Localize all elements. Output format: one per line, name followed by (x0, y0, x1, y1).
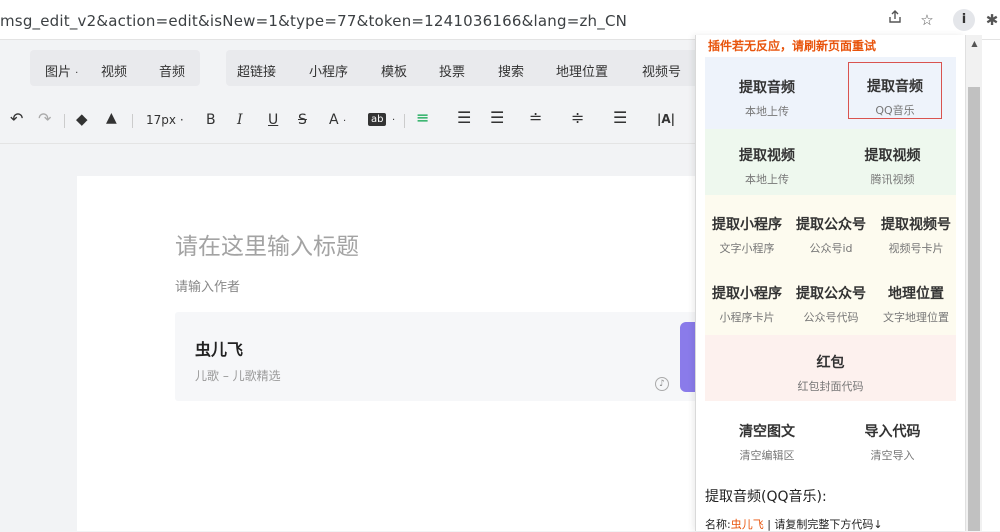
line-height-icon[interactable]: ≐ (529, 108, 542, 127)
format-painter-icon[interactable]: ▲ (106, 110, 117, 126)
star-icon[interactable]: ☆ (916, 9, 938, 31)
format-toolbar: ↶ ↷ ◆ ▲ 17px · B I U S A · ab · ≡ ☰ ☰ ≐ … (0, 96, 700, 144)
insert-link-button[interactable]: 超链接 (237, 61, 276, 80)
title-input[interactable]: 请在这里输入标题 (175, 227, 359, 261)
page-edge (982, 40, 1000, 531)
clear-article-button[interactable]: 清空图文 清空编辑区 (705, 421, 829, 463)
extract-video-local-button[interactable]: 提取视频 本地上传 (705, 145, 829, 187)
align-left-icon[interactable]: ≡ (416, 108, 429, 127)
redo-icon[interactable]: ↷ (38, 109, 51, 128)
insert-miniprogram-button[interactable]: 小程序 (309, 61, 348, 80)
music-note-icon: ♪ (655, 377, 669, 391)
extract-channels-card-button[interactable]: 提取视频号 视频号卡片 (873, 214, 959, 256)
dropdown-arrow-icon[interactable]: · (392, 115, 395, 126)
bold-button[interactable]: B (206, 112, 216, 128)
panel-scrollbar[interactable]: ▲ (965, 35, 982, 531)
undo-icon[interactable]: ↶ (10, 109, 23, 128)
insert-vote-button[interactable]: 投票 (439, 61, 465, 80)
scroll-up-arrow-icon[interactable]: ▲ (966, 37, 983, 51)
toolbar-divider (132, 114, 133, 128)
insert-image-button[interactable]: 图片 · (45, 61, 78, 80)
toolbar-divider (404, 114, 405, 128)
url-field[interactable]: msg_edit_v2&action=edit&isNew=1&type=77&… (0, 12, 627, 30)
extract-video-tencent-button[interactable]: 提取视频 腾讯视频 (829, 145, 956, 187)
music-card[interactable]: 虫儿飞 儿歌 – 儿歌精选 ♪ (175, 312, 700, 401)
redpack-cover-button[interactable]: 红包 红包封面代码 (705, 352, 956, 394)
extract-audio-local-button[interactable]: 提取音频 本地上传 (705, 77, 829, 119)
insert-video-button[interactable]: 视频 (101, 61, 127, 80)
music-title: 虫儿飞 (195, 340, 244, 359)
browser-address-bar: msg_edit_v2&action=edit&isNew=1&type=77&… (0, 0, 1000, 40)
indent-icon[interactable]: ☰ (490, 108, 504, 127)
location-text-button[interactable]: 地理位置 文字地理位置 (873, 283, 959, 325)
result-heading: 提取音频(QQ音乐): (705, 489, 827, 505)
import-code-button[interactable]: 导入代码 清空导入 (829, 421, 956, 463)
extract-audio-qq-button[interactable]: 提取音频 QQ音乐 (848, 62, 942, 119)
result-info: 名称:虫儿飞 | 请复制完整下方代码↓ (705, 518, 883, 531)
insert-audio-button[interactable]: 音频 (159, 61, 185, 80)
eraser-icon[interactable]: ◆ (76, 110, 88, 128)
article-editor: 请在这里输入标题 请输入作者 虫儿飞 儿歌 – 儿歌精选 ♪ (77, 176, 700, 531)
puzzle-icon[interactable]: ✱ (984, 9, 1000, 31)
insert-location-button[interactable]: 地理位置 (556, 61, 608, 80)
bg-color-button[interactable]: ab (368, 113, 387, 126)
author-input[interactable]: 请输入作者 (175, 276, 240, 295)
underline-button[interactable]: U (268, 112, 278, 128)
paragraph-spacing-icon[interactable]: ≑ (571, 108, 584, 127)
list-icon[interactable]: ☰ (613, 108, 627, 127)
insert-template-button[interactable]: 模板 (381, 61, 407, 80)
font-color-button[interactable]: A · (329, 112, 346, 128)
extension-info-icon[interactable]: i (953, 9, 975, 31)
strikethrough-button[interactable]: S (298, 112, 307, 128)
italic-button[interactable]: I (237, 112, 243, 128)
scroll-thumb[interactable] (968, 87, 980, 531)
panel-warning: 插件若无反应，请刷新页面重试 (708, 39, 877, 53)
share-icon[interactable] (884, 9, 906, 31)
music-subtitle: 儿歌 – 儿歌精选 (195, 369, 281, 383)
align-center-icon[interactable]: ☰ (457, 108, 471, 127)
toolbar-divider (64, 114, 65, 128)
extract-official-account-code-button[interactable]: 提取公众号 公众号代码 (789, 283, 873, 325)
extension-panel: 插件若无反应，请刷新页面重试 提取音频 本地上传 提取音频 QQ音乐 提取视频 本地上… (695, 35, 965, 531)
font-size-select[interactable]: 17px · (146, 113, 184, 127)
extract-miniprogram-card-button[interactable]: 提取小程序 小程序卡片 (705, 283, 789, 325)
letter-spacing-button[interactable]: |A| (657, 112, 675, 126)
insert-search-button[interactable]: 搜索 (498, 61, 524, 80)
insert-toolbar: 图片 · 视频 音频 超链接 小程序 模板 投票 搜索 地理位置 视频号 (0, 40, 700, 96)
extract-miniprogram-text-button[interactable]: 提取小程序 文字小程序 (705, 214, 789, 256)
insert-channels-button[interactable]: 视频号 (642, 61, 681, 80)
extract-official-account-id-button[interactable]: 提取公众号 公众号id (789, 214, 873, 256)
